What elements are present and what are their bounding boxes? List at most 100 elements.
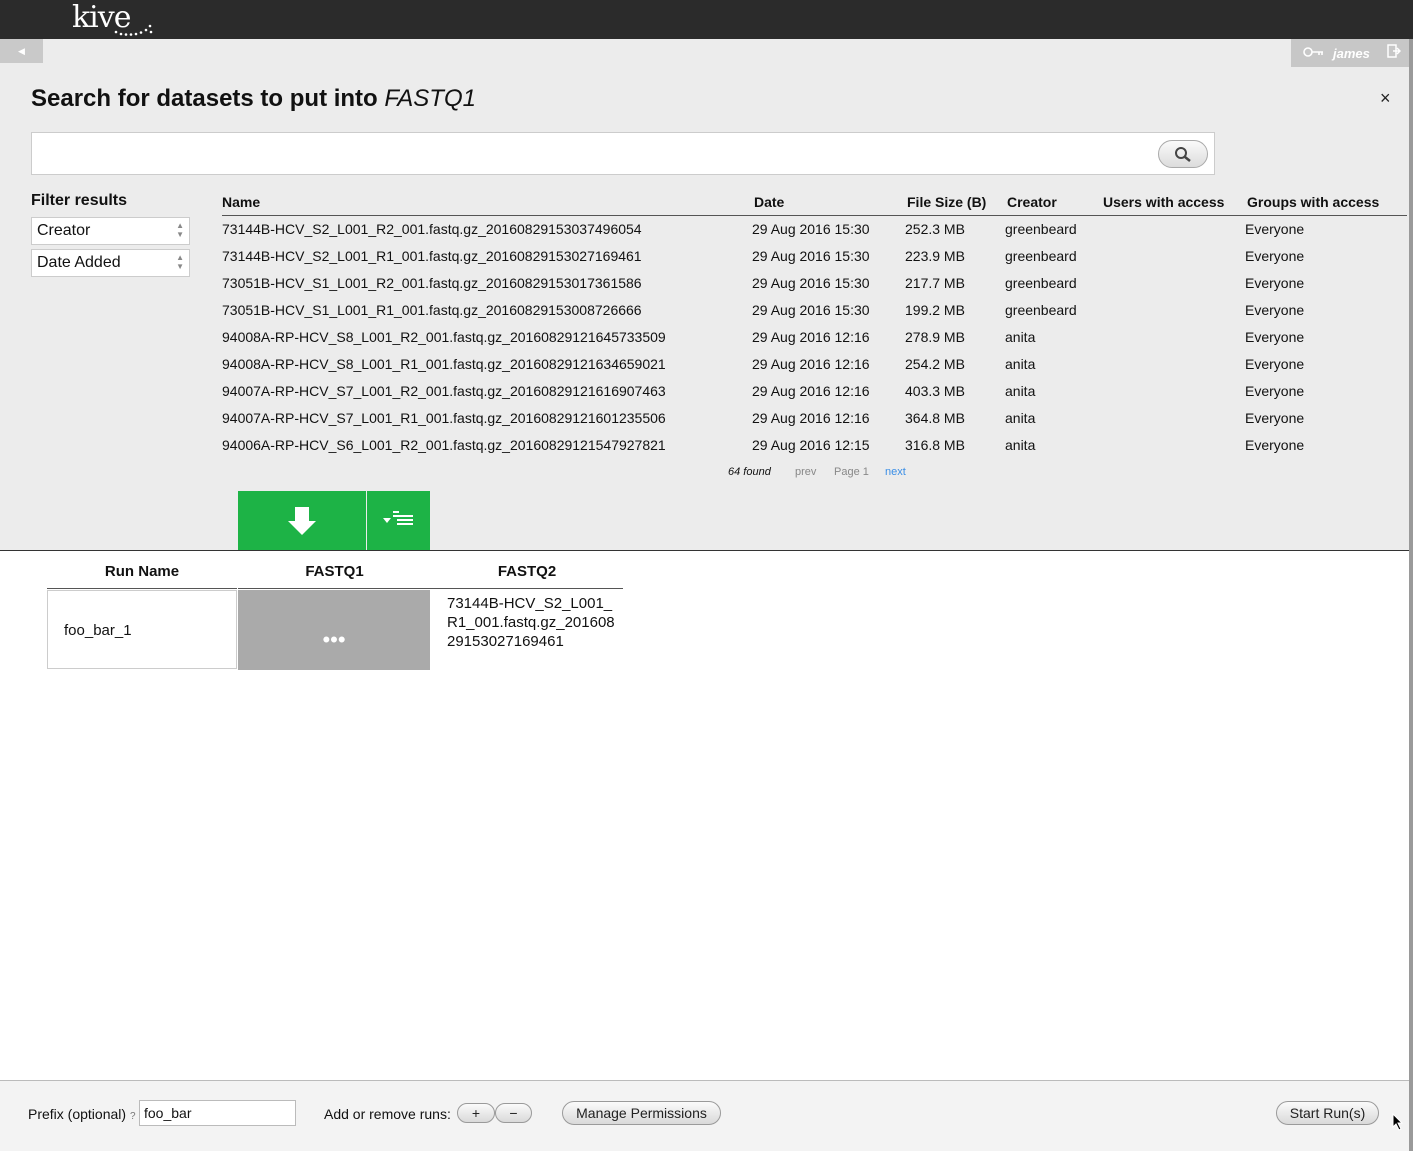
add-run-button[interactable]: + [457, 1103, 495, 1123]
cell-name: 73051B-HCV_S1_L001_R2_001.fastq.gz_20160… [222, 274, 642, 291]
run-footer: Prefix (optional) ? foo_bar Add or remov… [0, 1080, 1409, 1151]
cell-name: 73144B-HCV_S2_L001_R1_001.fastq.gz_20160… [222, 247, 642, 264]
table-row[interactable]: 94008A-RP-HCV_S8_L001_R2_001.fastq.gz_20… [222, 323, 1407, 350]
triangle-left-icon: ◀ [18, 46, 25, 56]
select-arrows-icon: ▲ ▼ [176, 221, 184, 239]
table-header-row: Name Date File Size (B) Creator Users wi… [222, 189, 1407, 216]
cell-users-with-access [1101, 404, 1245, 431]
prev-link[interactable]: prev [795, 466, 816, 478]
logo-dots-icon [114, 24, 153, 36]
cell-creator: anita [1005, 355, 1036, 372]
cell-file-size: 403.3 MB [905, 382, 965, 399]
cell-creator: anita [1005, 409, 1036, 426]
cell-groups-with-access: Everyone [1245, 328, 1305, 345]
cell-users-with-access [1101, 215, 1245, 242]
dropdown-list-icon [383, 511, 413, 525]
run-name-cell[interactable]: foo_bar_1 [47, 590, 237, 669]
prefix-label: Prefix (optional) ? [28, 1106, 136, 1122]
cell-date: 29 Aug 2016 12:16 [752, 355, 870, 372]
cell-name: 73144B-HCV_S2_L001_R2_001.fastq.gz_20160… [222, 220, 642, 237]
col-file-size[interactable]: File Size (B) [905, 189, 1005, 216]
filter-date-added-select[interactable]: Date Added ▲ ▼ [31, 249, 190, 277]
table-row[interactable]: 94007A-RP-HCV_S7_L001_R1_001.fastq.gz_20… [222, 404, 1407, 431]
runs-header-fastq2: FASTQ2 [431, 560, 623, 589]
col-creator[interactable]: Creator [1005, 189, 1101, 216]
cell-groups-with-access: Everyone [1245, 436, 1305, 453]
table-row[interactable]: 73051B-HCV_S1_L001_R2_001.fastq.gz_20160… [222, 269, 1407, 296]
cell-creator: anita [1005, 436, 1036, 453]
cell-date: 29 Aug 2016 12:16 [752, 328, 870, 345]
cell-users-with-access [1101, 296, 1245, 323]
filter-option-label: Creator [37, 222, 91, 239]
cell-file-size: 199.2 MB [905, 301, 965, 318]
logout-icon[interactable] [1387, 44, 1402, 61]
user-menu[interactable]: james [1291, 39, 1409, 67]
cell-date: 29 Aug 2016 12:16 [752, 382, 870, 399]
title-prefix: Search for datasets to put into [31, 85, 385, 112]
add-dataset-button[interactable] [238, 491, 366, 550]
select-arrows-icon: ▲ ▼ [176, 253, 184, 271]
table-row[interactable]: 73144B-HCV_S2_L001_R2_001.fastq.gz_20160… [222, 215, 1407, 242]
cell-groups-with-access: Everyone [1245, 409, 1305, 426]
col-date[interactable]: Date [752, 189, 905, 216]
cell-users-with-access [1101, 269, 1245, 296]
dialog-title: Search for datasets to put into FASTQ1 [31, 85, 476, 113]
search-input[interactable] [31, 132, 1215, 175]
cell-file-size: 254.2 MB [905, 355, 965, 372]
dataset-search-panel: ◀ james × Search for datasets to put int… [0, 39, 1409, 551]
next-link[interactable]: next [885, 466, 906, 478]
page-indicator: Page 1 [834, 466, 869, 478]
cell-users-with-access [1101, 242, 1245, 269]
table-row[interactable]: 94006A-RP-HCV_S6_L001_R2_001.fastq.gz_20… [222, 431, 1407, 458]
kive-logo[interactable]: kive [72, 0, 153, 39]
filter-creator-select[interactable]: Creator ▲ ▼ [31, 217, 190, 245]
add-all-datasets-button[interactable] [367, 491, 430, 550]
col-users-with-access[interactable]: Users with access [1101, 189, 1245, 216]
cell-file-size: 252.3 MB [905, 220, 965, 237]
filter-option-label: Date Added [37, 254, 121, 271]
cell-groups-with-access: Everyone [1245, 220, 1305, 237]
cell-groups-with-access: Everyone [1245, 355, 1305, 372]
search-icon [1175, 147, 1191, 162]
start-runs-button[interactable]: Start Run(s) [1276, 1101, 1379, 1125]
cell-date: 29 Aug 2016 12:16 [752, 409, 870, 426]
cell-date: 29 Aug 2016 15:30 [752, 301, 870, 318]
fastq1-selecting-cell[interactable]: ••• [238, 590, 430, 670]
filter-results-title: Filter results [31, 192, 128, 209]
cell-name: 94007A-RP-HCV_S7_L001_R1_001.fastq.gz_20… [222, 409, 666, 426]
cell-name: 73051B-HCV_S1_L001_R1_001.fastq.gz_20160… [222, 301, 642, 318]
prefix-input[interactable]: foo_bar [139, 1100, 296, 1126]
cell-creator: anita [1005, 382, 1036, 399]
cell-groups-with-access: Everyone [1245, 382, 1305, 399]
cell-file-size: 278.9 MB [905, 328, 965, 345]
fastq2-dataset-cell[interactable]: 73144B-HCV_S2_L001_R1_001.fastq.gz_20160… [447, 594, 617, 651]
collapse-panel-button[interactable]: ◀ [0, 39, 43, 63]
cell-date: 29 Aug 2016 15:30 [752, 274, 870, 291]
cell-groups-with-access: Everyone [1245, 301, 1305, 318]
username[interactable]: james [1333, 46, 1370, 61]
cell-creator: greenbeard [1005, 220, 1077, 237]
title-input-name: FASTQ1 [384, 85, 476, 112]
cell-users-with-access [1101, 323, 1245, 350]
manage-permissions-button[interactable]: Manage Permissions [562, 1101, 721, 1125]
mouse-cursor-icon [1392, 1113, 1404, 1131]
table-row[interactable]: 73051B-HCV_S1_L001_R1_001.fastq.gz_20160… [222, 296, 1407, 323]
window-edge [1409, 39, 1413, 1151]
cell-name: 94006A-RP-HCV_S6_L001_R2_001.fastq.gz_20… [222, 436, 666, 453]
table-row[interactable]: 73144B-HCV_S2_L001_R1_001.fastq.gz_20160… [222, 242, 1407, 269]
cell-name: 94008A-RP-HCV_S8_L001_R1_001.fastq.gz_20… [222, 355, 666, 372]
col-groups-with-access[interactable]: Groups with access [1245, 189, 1407, 216]
close-dialog-button[interactable]: × [1380, 88, 1391, 109]
key-icon [1303, 45, 1325, 62]
remove-run-button[interactable]: − [495, 1103, 532, 1123]
cell-groups-with-access: Everyone [1245, 247, 1305, 264]
cell-file-size: 364.8 MB [905, 409, 965, 426]
col-name[interactable]: Name [222, 189, 752, 216]
table-row[interactable]: 94007A-RP-HCV_S7_L001_R2_001.fastq.gz_20… [222, 377, 1407, 404]
table-row[interactable]: 94008A-RP-HCV_S8_L001_R1_001.fastq.gz_20… [222, 350, 1407, 377]
cell-name: 94007A-RP-HCV_S7_L001_R2_001.fastq.gz_20… [222, 382, 666, 399]
search-button[interactable] [1158, 140, 1208, 168]
cell-users-with-access [1101, 350, 1245, 377]
prefix-help-icon[interactable]: ? [130, 1111, 136, 1122]
prefix-label-text: Prefix (optional) [28, 1106, 127, 1122]
